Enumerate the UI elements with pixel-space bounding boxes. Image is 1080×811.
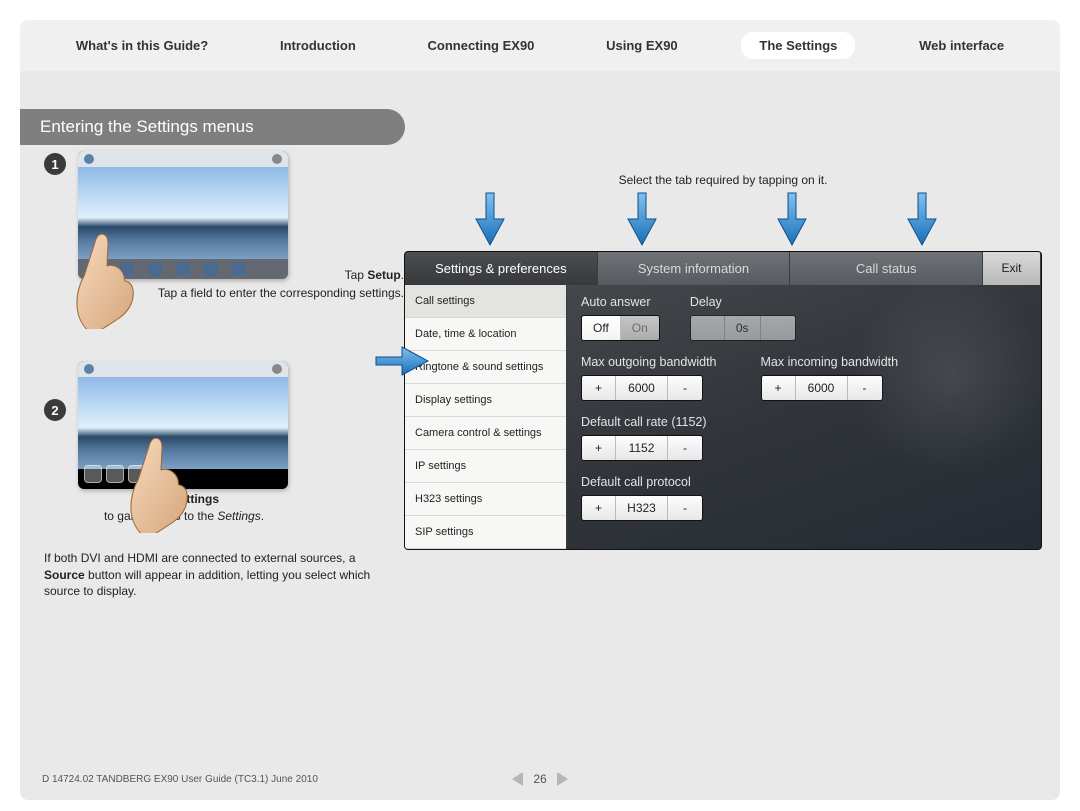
side-item-camera[interactable]: Camera control & settings <box>405 417 566 450</box>
out-bw-label: Max outgoing bandwidth <box>581 355 717 369</box>
call-rate-value: 1152 <box>616 436 668 460</box>
side-item-h323[interactable]: H323 settings <box>405 483 566 516</box>
arrow-row <box>404 191 1042 251</box>
top-nav: What's in this Guide? Introduction Conne… <box>20 20 1060 71</box>
auto-answer-off[interactable]: Off <box>582 316 621 340</box>
tab-exit[interactable]: Exit <box>983 252 1041 285</box>
nav-item-connecting[interactable]: Connecting EX90 <box>420 34 543 57</box>
settings-panel: Settings & preferences System informatio… <box>404 251 1042 550</box>
footer: D 14724.02 TANDBERG EX90 User Guide (TC3… <box>20 772 1060 794</box>
out-bw-plus[interactable]: + <box>582 376 616 400</box>
out-bw-minus[interactable]: - <box>668 376 702 400</box>
hand-icon <box>72 229 142 329</box>
source-note: If both DVI and HDMI are connected to ex… <box>44 550 374 600</box>
nav-item-settings[interactable]: The Settings <box>741 32 855 59</box>
auto-answer-label: Auto answer <box>581 295 660 309</box>
section-heading: Entering the Settings menus <box>20 109 405 145</box>
in-bw-minus[interactable]: - <box>848 376 882 400</box>
side-list: Call settings Date, time & location Ring… <box>405 285 567 549</box>
next-page-icon[interactable] <box>557 772 568 786</box>
call-proto-minus[interactable]: - <box>668 496 702 520</box>
pager: 26 <box>512 772 567 786</box>
nav-item-whats-in-guide[interactable]: What's in this Guide? <box>68 34 216 57</box>
nav-item-using[interactable]: Using EX90 <box>598 34 686 57</box>
tab-system-info[interactable]: System information <box>598 252 791 285</box>
in-bw-stepper[interactable]: + 6000 - <box>761 375 883 401</box>
call-rate-stepper[interactable]: + 1152 - <box>581 435 703 461</box>
step-badge-1: 1 <box>44 153 66 175</box>
side-item-sip[interactable]: SIP settings <box>405 516 566 549</box>
left-column: 1 Tap Setup. Tap a field to enter the co… <box>44 151 384 600</box>
delay-value: 0s <box>725 316 761 340</box>
call-rate-plus[interactable]: + <box>582 436 616 460</box>
delay-label: Delay <box>690 295 796 309</box>
auto-answer-on[interactable]: On <box>621 316 659 340</box>
page-container: What's in this Guide? Introduction Conne… <box>20 20 1060 800</box>
doc-id: D 14724.02 TANDBERG EX90 User Guide (TC3… <box>42 774 318 785</box>
step-badge-2: 2 <box>44 399 66 421</box>
call-proto-stepper[interactable]: + H323 - <box>581 495 703 521</box>
side-item-display[interactable]: Display settings <box>405 384 566 417</box>
tab-settings-prefs[interactable]: Settings & preferences <box>405 252 598 285</box>
auto-answer-toggle[interactable]: Off On <box>581 315 660 341</box>
call-proto-label: Default call protocol <box>581 475 1027 489</box>
right-column: Select the tab required by tapping on it… <box>404 151 1042 600</box>
delay-stepper: 0s <box>690 315 796 341</box>
out-bw-stepper[interactable]: + 6000 - <box>581 375 703 401</box>
hand-icon <box>126 433 196 533</box>
in-bw-value: 6000 <box>796 376 848 400</box>
tab-hint: Select the tab required by tapping on it… <box>404 173 1042 187</box>
call-rate-label: Default call rate (1152) <box>581 415 1027 429</box>
side-item-call-settings[interactable]: Call settings <box>405 285 566 318</box>
call-rate-minus[interactable]: - <box>668 436 702 460</box>
out-bw-value: 6000 <box>616 376 668 400</box>
tab-call-status[interactable]: Call status <box>790 252 983 285</box>
nav-item-web-interface[interactable]: Web interface <box>911 34 1012 57</box>
nav-item-introduction[interactable]: Introduction <box>272 34 364 57</box>
in-bw-plus[interactable]: + <box>762 376 796 400</box>
side-item-ip[interactable]: IP settings <box>405 450 566 483</box>
page-number: 26 <box>533 772 546 786</box>
call-proto-value: H323 <box>616 496 668 520</box>
prev-page-icon[interactable] <box>512 772 523 786</box>
side-arrow-icon <box>374 343 430 384</box>
panel-tabs: Settings & preferences System informatio… <box>405 252 1041 285</box>
settings-form: Auto answer Off On Delay 0s <box>567 285 1041 549</box>
call-proto-plus[interactable]: + <box>582 496 616 520</box>
in-bw-label: Max incoming bandwidth <box>761 355 899 369</box>
